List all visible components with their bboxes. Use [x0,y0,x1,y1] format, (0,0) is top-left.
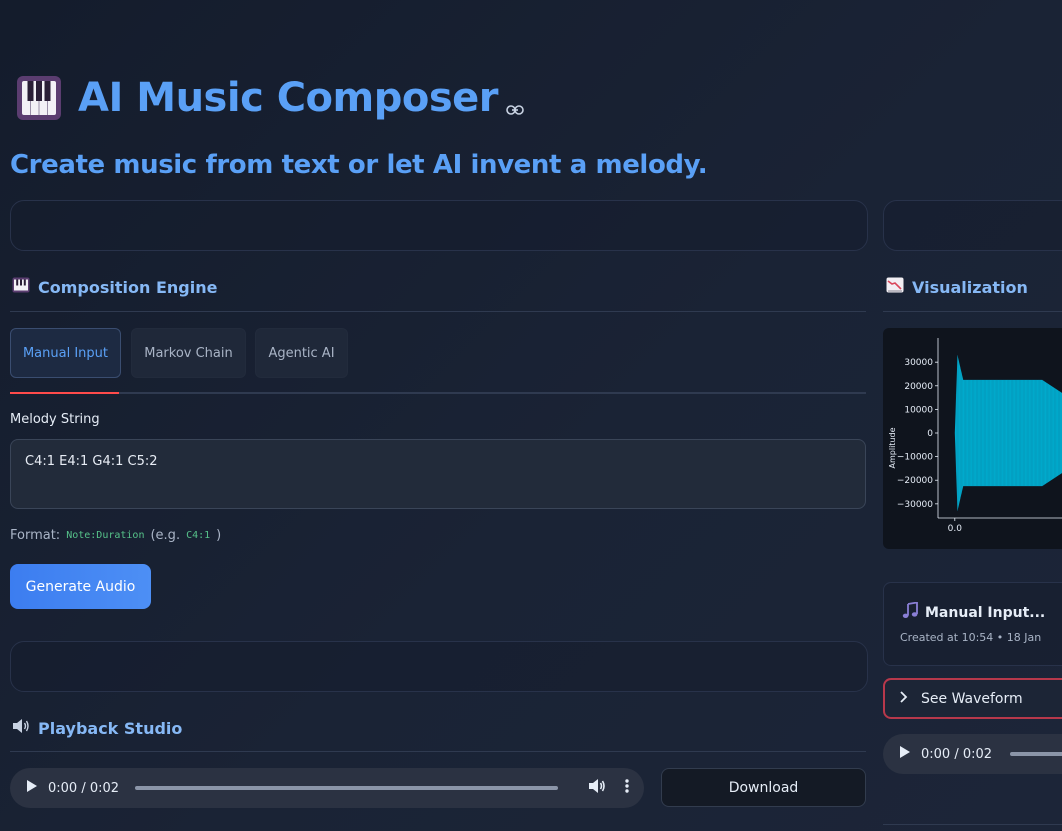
speaker-icon [12,718,30,738]
y-tick-label: −30000 [897,500,933,510]
visualization-heading: Visualization [886,277,1028,297]
divider [883,824,1062,825]
format-eg-close: ) [216,528,222,543]
composition-heading-text: Composition Engine [38,277,218,297]
result-audio-time: 0:00 / 0:02 [921,746,993,762]
result-card-timestamp: Created at 10:54 • 18 Jan [900,631,1042,644]
divider [10,751,866,752]
audio-player[interactable]: 0:00 / 0:02 [10,768,644,808]
format-eg-open: (e.g. [150,528,181,543]
result-card-title: Manual Input... [902,601,1046,623]
piano-icon [16,75,62,121]
active-tab-indicator [10,392,119,394]
divider [10,311,866,312]
download-button[interactable]: Download [661,768,866,807]
melody-input[interactable] [10,439,866,509]
tab-track [10,392,866,394]
result-audio-player[interactable]: 0:00 / 0:02 [883,734,1062,774]
more-options-icon[interactable] [624,778,630,798]
see-waveform-expander[interactable]: See Waveform [883,678,1062,719]
audio-progress-bar[interactable] [135,786,558,790]
format-eg-code: C4:1 [186,530,211,541]
playback-heading: Playback Studio [12,718,182,738]
x-tick-label: 0.0 [948,524,963,534]
format-prefix: Format: [10,528,61,543]
link-icon[interactable] [506,80,524,126]
page-title: AI Music Composer [16,70,524,126]
y-tick-label: 20000 [904,382,933,392]
playback-heading-text: Playback Studio [38,718,183,738]
play-icon[interactable] [24,779,38,797]
piano-keys-icon [12,277,30,297]
audio-time: 0:00 / 0:02 [48,780,120,796]
tab-markov-chain[interactable]: Markov Chain [131,328,246,378]
page-title-text: AI Music Composer [78,75,499,121]
tab-manual-input[interactable]: Manual Input [10,328,121,378]
melody-label: Melody String [10,412,100,427]
divider [883,311,1062,312]
see-waveform-label: See Waveform [921,690,1023,707]
result-audio-progress-bar[interactable] [1010,752,1062,756]
result-card [883,582,1062,666]
format-code: Note:Duration [66,530,145,541]
tab-agentic-ai[interactable]: Agentic AI [255,328,348,378]
waveform-svg: Amplitude 30000 20000 10000 0 −10000 −20000 −3… [888,338,1062,534]
page-subtitle: Create music from text or let AI invent … [10,150,708,180]
music-note-icon [902,601,919,623]
y-axis-label: Amplitude [888,427,897,468]
play-icon[interactable] [897,745,911,763]
waveform-chart: Amplitude 30000 20000 10000 0 −10000 −20000 −3… [883,328,1062,549]
empty-container-right-top [883,200,1062,251]
y-tick-label: −20000 [897,476,933,486]
generate-audio-button[interactable]: Generate Audio [10,564,151,609]
empty-container-middle [10,641,868,692]
visualization-heading-text: Visualization [912,277,1028,297]
y-tick-label: −10000 [897,453,933,463]
empty-container-top [10,200,868,251]
y-tick-label: 30000 [904,358,933,368]
y-tick-label: 0 [927,429,933,439]
result-card-title-text: Manual Input... [925,604,1046,621]
y-tick-label: 10000 [904,405,933,415]
chevron-right-icon [899,690,909,707]
composition-heading: Composition Engine [12,277,217,297]
volume-icon[interactable] [588,778,606,798]
chart-decreasing-icon [886,277,904,297]
format-hint: Format: Note:Duration (e.g. C4:1 ) [10,528,221,543]
